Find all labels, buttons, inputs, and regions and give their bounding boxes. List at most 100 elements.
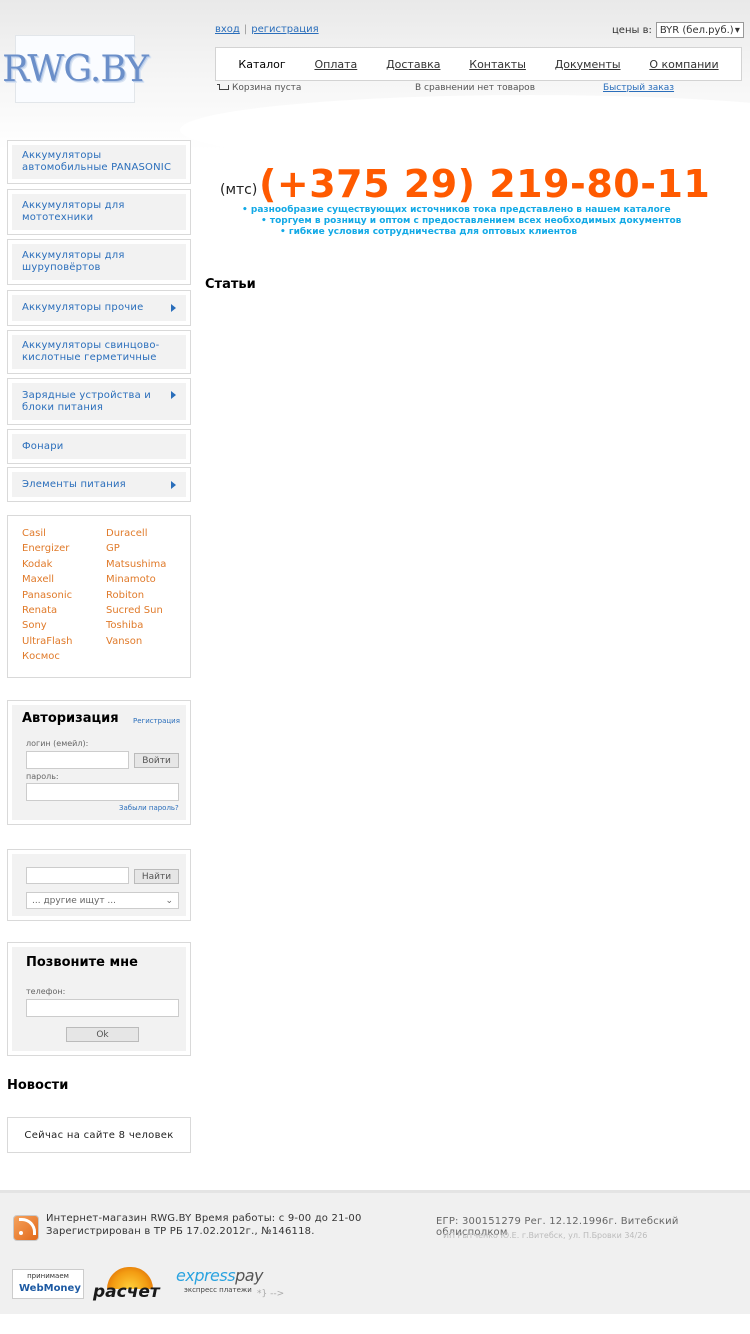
login-label: логин (емейл): [26, 739, 89, 748]
brand-link[interactable]: Minamoto [106, 574, 190, 586]
login-link[interactable]: вход [215, 24, 240, 35]
phone-number: (+375 29) 219-80-11 [259, 162, 711, 206]
expresspay-a: express [176, 1266, 236, 1285]
brand-link[interactable]: Casil [22, 528, 106, 540]
brand-link[interactable]: Matsushima [106, 559, 190, 571]
webmoney-badge[interactable]: принимаем WebMoney [12, 1269, 84, 1299]
online-box: Сейчас на сайте 8 человек [7, 1117, 191, 1153]
news-title: Новости [7, 1078, 69, 1093]
page-title: Статьи [205, 277, 256, 292]
category-item[interactable]: Фонари [7, 429, 191, 464]
brand-link[interactable]: Sucred Sun [106, 605, 190, 617]
online-count: Сейчас на сайте 8 человек [24, 1129, 174, 1141]
raschet-text: расчет [93, 1282, 160, 1302]
brand-link[interactable]: Toshiba [106, 620, 190, 632]
forgot-password-link[interactable]: Забыли пароль? [119, 804, 179, 812]
category-label: Аккумуляторы для мототехники [22, 200, 125, 223]
webmoney-logo: WebMoney [19, 1283, 81, 1294]
cart-icon [217, 83, 229, 93]
category-label: Зарядные устройства и блоки питания [22, 389, 152, 413]
brand-link[interactable]: Kodak [22, 559, 106, 571]
footer-line-2: Зарегистрирован в ТР РБ 17.02.2012г., №1… [46, 1226, 315, 1237]
rss-icon[interactable] [13, 1215, 39, 1241]
compare-status: В сравнении нет товаров [415, 83, 535, 93]
others-search-select[interactable]: ... другие ищут ... ⌄ [26, 892, 179, 909]
status-row: Корзина пуста В сравнении нет товаров Бы… [217, 83, 677, 95]
brand-link[interactable]: Sony [22, 620, 106, 632]
phone-label: телефон: [26, 987, 66, 996]
category-item[interactable]: Элементы питания [7, 467, 191, 502]
auth-title: Авторизация [22, 711, 119, 726]
brand-link[interactable]: Maxell [22, 574, 106, 586]
category-label: Аккумуляторы прочие [22, 302, 144, 313]
brand-link[interactable]: UltraFlash [22, 636, 106, 648]
nav-documents[interactable]: Документы [555, 58, 621, 71]
callback-ok-button[interactable]: Ok [66, 1027, 139, 1042]
currency-select[interactable]: BYR (бел.руб.) ▾ [655, 22, 744, 38]
auth-register-link[interactable]: Регистрация [133, 717, 180, 725]
logo-text: RWG.BY [2, 48, 149, 90]
footer: Интернет-магазин RWG.BY Время работы: с … [0, 1190, 750, 1314]
category-label: Фонари [22, 440, 64, 452]
expresspay-b: pay [235, 1266, 263, 1285]
brands-list: Casil Duracell Energizer GP Kodak Matsus… [12, 520, 186, 672]
chevron-down-icon: ▾ [734, 24, 740, 36]
register-link[interactable]: регистрация [251, 24, 318, 35]
brand-link[interactable]: Renata [22, 605, 106, 617]
login-input[interactable] [26, 751, 129, 769]
cart-status[interactable]: Корзина пуста [217, 83, 301, 93]
category-item[interactable]: Аккумуляторы для мототехники [7, 189, 191, 235]
category-item[interactable]: Аккумуляторы автомобильные PANASONIC [7, 140, 191, 184]
nav-contacts[interactable]: Контакты [469, 58, 526, 71]
raschet-logo[interactable]: расчет [93, 1267, 169, 1302]
site-logo[interactable]: RWG.BY [2, 35, 149, 103]
category-item[interactable]: Аккумуляторы прочие [7, 290, 191, 326]
category-label: Аккумуляторы свинцово-кислотные герметич… [22, 340, 160, 363]
search-button[interactable]: Найти [134, 869, 179, 884]
login-button[interactable]: Войти [134, 753, 179, 768]
category-item[interactable]: Аккумуляторы свинцово-кислотные герметич… [7, 330, 191, 374]
chevron-right-icon [171, 480, 176, 489]
category-item[interactable]: Аккумуляторы для шуруповёртов [7, 239, 191, 285]
nav-delivery[interactable]: Доставка [386, 58, 440, 71]
operator-label: (мтс) [220, 182, 258, 198]
cart-status-text: Корзина пуста [232, 83, 302, 93]
brand-link[interactable]: GP [106, 543, 190, 555]
chevron-right-icon [171, 391, 176, 399]
brand-link[interactable]: Vanson [106, 636, 190, 648]
search-panel: Найти ... другие ищут ... ⌄ [12, 854, 186, 916]
category-item[interactable]: Зарядные устройства и блоки питания [7, 378, 191, 425]
brand-link[interactable]: Energizer [22, 543, 106, 555]
banner-line-1: • разнообразие существующих источников т… [242, 205, 671, 215]
footer-owner: ИП Рытченко Ю.Е. г.Витебск, ул. П.Бровки… [443, 1231, 648, 1240]
nav-catalog[interactable]: Каталог [238, 58, 285, 71]
others-search-value: ... другие ищут ... [32, 895, 117, 906]
quick-order-link[interactable]: Быстрый заказ [603, 83, 674, 93]
category-label: Аккумуляторы автомобильные PANASONIC [22, 150, 172, 173]
password-label: пароль: [26, 772, 59, 781]
nav-payment[interactable]: Оплата [314, 58, 357, 71]
auth-box: Авторизация Регистрация логин (емейл): В… [7, 700, 191, 825]
brand-link[interactable]: Duracell [106, 528, 190, 540]
banner-line-3: • гибкие условия сотрудничества для опто… [280, 227, 578, 237]
expresspay-logo[interactable]: expresspay экспресс платежи [176, 1266, 263, 1302]
chevron-right-icon [171, 304, 176, 312]
expresspay-sub: экспресс платежи [184, 1286, 252, 1294]
webmoney-top: принимаем [27, 1272, 69, 1280]
currency-selector: цены в: BYR (бел.руб.) ▾ [612, 22, 744, 38]
search-input[interactable] [26, 867, 129, 884]
nav-about[interactable]: О компании [649, 58, 718, 71]
callback-box: Позвоните мне телефон: Ok [7, 942, 191, 1056]
banner-line-2: • торгуем в розницу и оптом с предоставл… [261, 216, 682, 226]
brand-link[interactable]: Panasonic [22, 590, 106, 602]
brand-link[interactable]: Robiton [106, 590, 190, 602]
brands-box: Casil Duracell Energizer GP Kodak Matsus… [7, 515, 191, 678]
chevron-down-icon: ⌄ [165, 895, 173, 906]
password-input[interactable] [26, 783, 179, 801]
search-box: Найти ... другие ищут ... ⌄ [7, 849, 191, 921]
category-label: Элементы питания [22, 478, 126, 490]
main-nav: Каталог Оплата Доставка Контакты Докумен… [215, 47, 742, 81]
callback-panel: Позвоните мне телефон: Ok [12, 947, 186, 1051]
brand-link[interactable]: Космос [22, 651, 106, 663]
phone-input[interactable] [26, 999, 179, 1017]
